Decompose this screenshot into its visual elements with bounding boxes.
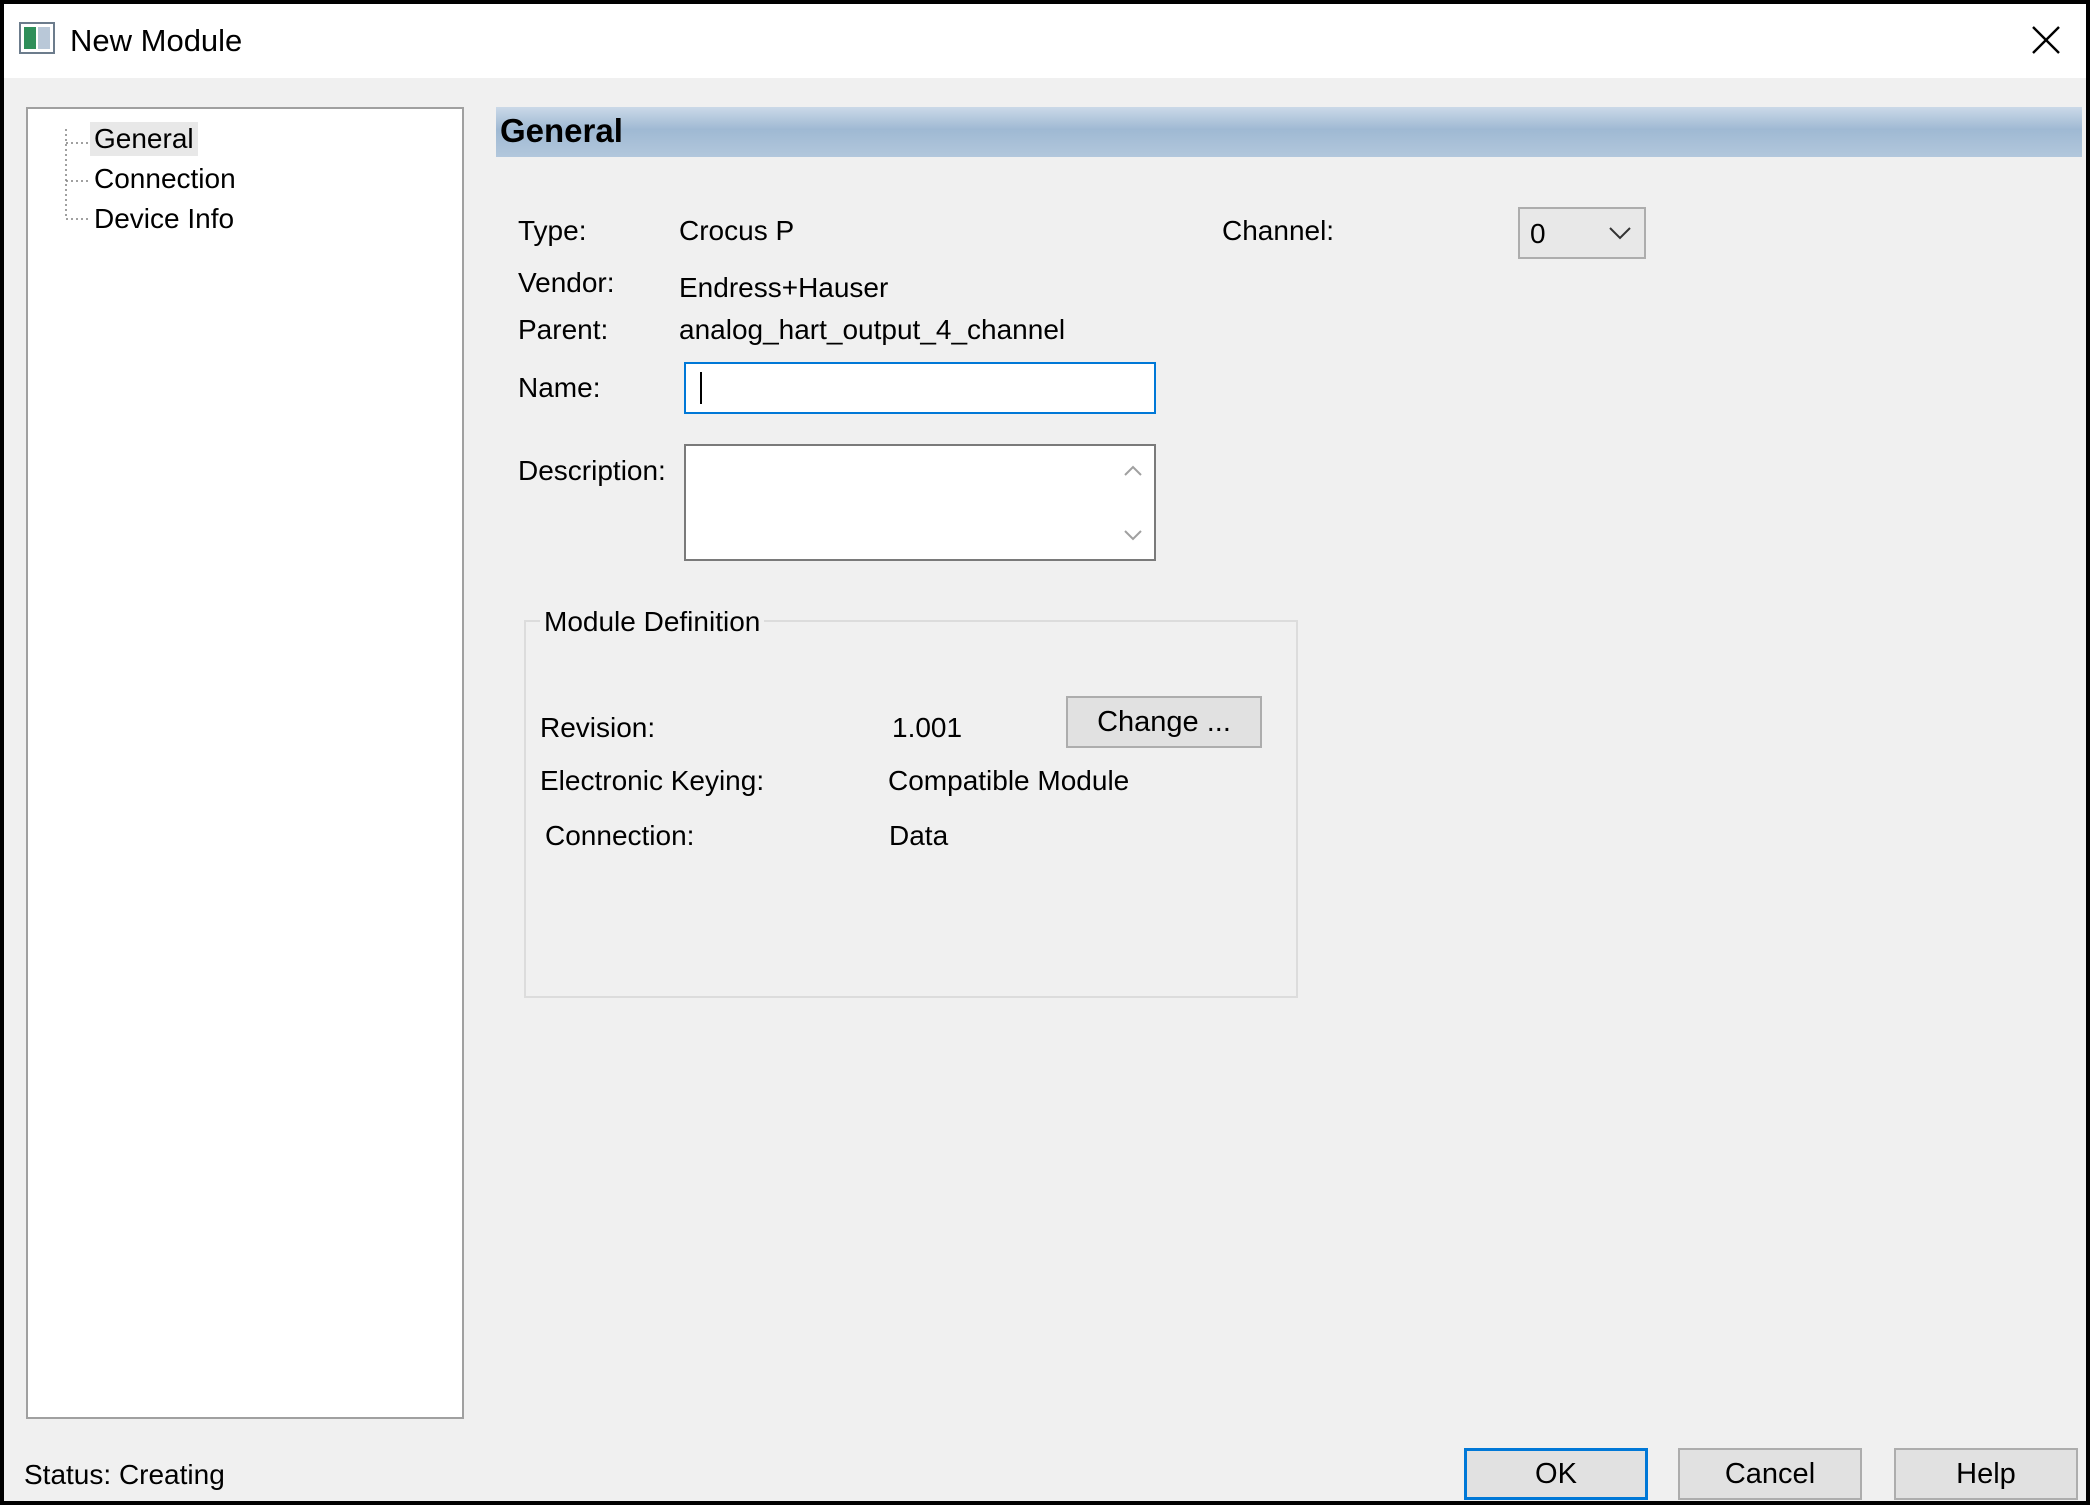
cancel-button[interactable]: Cancel — [1678, 1448, 1862, 1500]
name-label: Name: — [518, 372, 601, 403]
close-icon — [2032, 26, 2060, 54]
parent-value: analog_hart_output_4_channel — [679, 314, 1066, 345]
type-label: Type: — [518, 215, 587, 246]
title-bar: New Module — [4, 4, 2086, 78]
close-button[interactable] — [2014, 8, 2078, 72]
section-title: General — [500, 112, 623, 149]
tree-item-general[interactable]: General — [90, 122, 198, 156]
module-definition-group — [524, 620, 1298, 998]
channel-label: Channel: — [1222, 215, 1335, 246]
text-caret — [700, 372, 702, 404]
description-label: Description: — [518, 455, 666, 486]
status-text: Status: Creating — [24, 1459, 225, 1490]
scroll-up-icon[interactable] — [1116, 454, 1150, 488]
chevron-down-icon — [1609, 227, 1631, 240]
channel-dropdown[interactable]: 0 — [1518, 207, 1646, 259]
scroll-down-icon[interactable] — [1116, 518, 1150, 552]
tree-item-connection[interactable]: Connection — [90, 162, 240, 196]
type-value: Crocus P — [679, 215, 795, 246]
change-revision-button[interactable]: Change ... — [1066, 696, 1262, 748]
vendor-value: Endress+Hauser — [679, 272, 889, 303]
channel-selected-value: 0 — [1530, 218, 1546, 249]
revision-value: 1.001 — [892, 712, 963, 743]
navigation-tree: General Connection Device Info — [26, 107, 464, 1419]
name-input[interactable] — [684, 362, 1156, 414]
section-header: General — [496, 107, 2082, 157]
connection-value: Data — [889, 820, 949, 851]
tree-connector-lines — [65, 129, 88, 220]
ok-button[interactable]: OK — [1464, 1448, 1648, 1500]
parent-label: Parent: — [518, 314, 609, 345]
tree-item-device-info[interactable]: Device Info — [90, 202, 238, 236]
electronic-keying-value: Compatible Module — [888, 765, 1130, 796]
description-field[interactable] — [684, 444, 1156, 563]
module-app-icon — [19, 22, 55, 54]
vendor-label: Vendor: — [518, 267, 615, 298]
electronic-keying-label: Electronic Keying: — [540, 765, 765, 796]
module-definition-title: Module Definition — [540, 605, 765, 639]
description-textarea[interactable] — [686, 446, 1110, 563]
window-title: New Module — [70, 23, 243, 58]
new-module-dialog: New Module General Connection Device Inf… — [4, 4, 2086, 1501]
help-button[interactable]: Help — [1894, 1448, 2078, 1500]
revision-label: Revision: — [540, 712, 656, 743]
connection-label: Connection: — [545, 820, 695, 851]
